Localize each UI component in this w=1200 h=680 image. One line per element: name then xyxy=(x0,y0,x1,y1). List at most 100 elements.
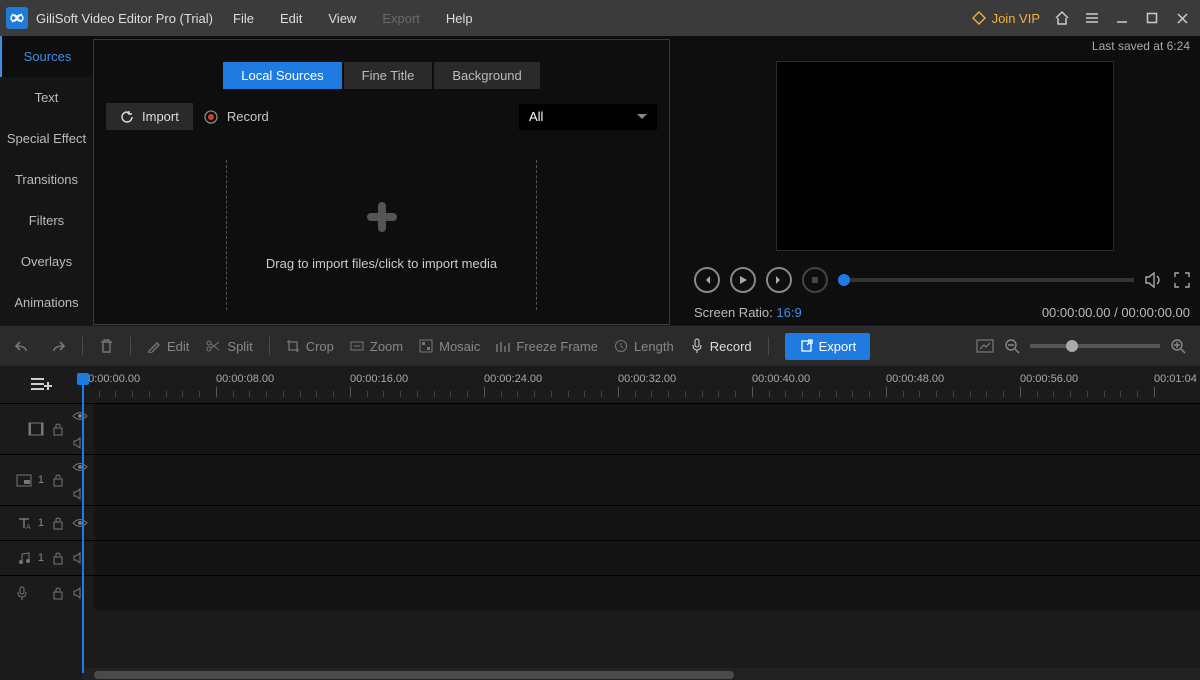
app-title: GiliSoft Video Editor Pro (Trial) xyxy=(36,11,213,26)
lock-icon[interactable] xyxy=(50,515,66,531)
vip-label: Join VIP xyxy=(992,11,1040,26)
zoom-out-button[interactable] xyxy=(1004,338,1020,354)
mute-icon[interactable] xyxy=(72,585,88,601)
music-icon xyxy=(16,550,32,566)
sidetab-overlays[interactable]: Overlays xyxy=(0,241,93,282)
srctab-fine-title[interactable]: Fine Title xyxy=(344,62,433,89)
pip-icon xyxy=(16,472,32,488)
split-button[interactable]: Split xyxy=(205,339,252,354)
sidetab-animations[interactable]: Animations xyxy=(0,282,93,323)
fit-button[interactable] xyxy=(976,339,994,353)
window-buttons xyxy=(1054,10,1190,26)
time-display: 00:00:00.00 / 00:00:00.00 xyxy=(1042,305,1190,320)
preview-video[interactable] xyxy=(776,61,1114,251)
lock-icon[interactable] xyxy=(50,585,66,601)
lock-icon[interactable] xyxy=(50,550,66,566)
srctab-local[interactable]: Local Sources xyxy=(223,62,341,89)
eye-icon[interactable] xyxy=(72,408,88,424)
record-label: Record xyxy=(227,109,269,124)
crop-button[interactable]: Crop xyxy=(286,339,334,354)
track-audio: 1 xyxy=(0,540,1200,575)
import-button[interactable]: Import xyxy=(106,103,193,130)
zoom-icon xyxy=(350,339,364,353)
playback-controls xyxy=(694,267,1190,293)
timeline-toolbar: Edit Split Crop Zoom Mosaic Freeze Frame… xyxy=(0,325,1200,367)
export-icon xyxy=(799,339,813,353)
track-body[interactable] xyxy=(94,541,1200,575)
zoom-slider[interactable] xyxy=(1030,344,1160,348)
mute-icon[interactable] xyxy=(72,486,88,502)
home-icon[interactable] xyxy=(1054,10,1070,26)
freeze-frame-button[interactable]: Freeze Frame xyxy=(496,339,598,354)
menu-export: Export xyxy=(382,11,420,26)
delete-button[interactable] xyxy=(99,338,114,354)
timeline-ruler[interactable]: 00:00:00.0000:00:08.0000:00:16.0000:00:2… xyxy=(82,373,1200,403)
timeline-scrollbar[interactable] xyxy=(82,668,1200,680)
seek-bar[interactable] xyxy=(838,278,1134,282)
srctab-background[interactable]: Background xyxy=(434,62,539,89)
menu-help[interactable]: Help xyxy=(446,11,473,26)
edit-button[interactable]: Edit xyxy=(147,339,189,354)
join-vip-button[interactable]: Join VIP xyxy=(972,11,1040,26)
playhead[interactable] xyxy=(82,373,84,673)
refresh-icon xyxy=(120,110,134,124)
menu-edit[interactable]: Edit xyxy=(280,11,302,26)
preview-panel: Last saved at 6:24 Screen Ratio: 16:9 00… xyxy=(670,36,1200,325)
track-body[interactable] xyxy=(94,455,1200,505)
add-track-button[interactable] xyxy=(30,373,60,395)
sidetab-sources[interactable]: Sources xyxy=(0,36,93,77)
track-index: 1 xyxy=(38,552,44,564)
track-video xyxy=(0,403,1200,454)
play-button[interactable] xyxy=(730,267,756,293)
sidetab-filters[interactable]: Filters xyxy=(0,200,93,241)
track-index: 1 xyxy=(38,517,44,529)
lock-icon[interactable] xyxy=(50,472,66,488)
mosaic-button[interactable]: Mosaic xyxy=(419,339,480,354)
eye-icon[interactable] xyxy=(72,459,88,475)
step-forward-button[interactable] xyxy=(766,267,792,293)
menu-view[interactable]: View xyxy=(328,11,356,26)
step-back-button[interactable] xyxy=(694,267,720,293)
volume-icon[interactable] xyxy=(1144,271,1164,289)
import-dropzone[interactable]: Drag to import files/click to import med… xyxy=(226,160,537,310)
eye-icon[interactable] xyxy=(72,515,88,531)
track-voiceover xyxy=(0,575,1200,610)
sidetab-special-effect[interactable]: Special Effect xyxy=(0,118,93,159)
menu-file[interactable]: File xyxy=(233,11,254,26)
stop-button[interactable] xyxy=(802,267,828,293)
zoom-in-button[interactable] xyxy=(1170,338,1186,354)
filter-value: All xyxy=(529,109,543,124)
svg-text:A: A xyxy=(26,524,31,530)
fullscreen-icon[interactable] xyxy=(1174,272,1190,288)
export-button[interactable]: Export xyxy=(785,333,871,360)
length-button[interactable]: Length xyxy=(614,339,674,354)
mute-icon[interactable] xyxy=(72,435,88,451)
mic-icon xyxy=(690,338,704,354)
track-body[interactable] xyxy=(94,506,1200,540)
close-icon[interactable] xyxy=(1174,10,1190,26)
hamburger-icon[interactable] xyxy=(1084,10,1100,26)
filter-select[interactable]: All xyxy=(519,104,657,130)
mic-icon xyxy=(14,585,30,601)
redo-button[interactable] xyxy=(48,339,66,353)
track-text: A 1 xyxy=(0,505,1200,540)
record-icon xyxy=(203,109,219,125)
time-tick: 00:01:04 xyxy=(1154,373,1197,397)
track-body[interactable] xyxy=(94,404,1200,454)
zoom-button[interactable]: Zoom xyxy=(350,339,403,354)
crop-icon xyxy=(286,339,300,353)
minimize-icon[interactable] xyxy=(1114,10,1130,26)
maximize-icon[interactable] xyxy=(1144,10,1160,26)
sidetab-text[interactable]: Text xyxy=(0,77,93,118)
sidetab-transitions[interactable]: Transitions xyxy=(0,159,93,200)
undo-button[interactable] xyxy=(14,339,32,353)
clock-icon xyxy=(614,339,628,353)
lock-icon[interactable] xyxy=(50,421,66,437)
track-body[interactable] xyxy=(94,576,1200,610)
titlebar: GiliSoft Video Editor Pro (Trial) File E… xyxy=(0,0,1200,36)
mute-icon[interactable] xyxy=(72,550,88,566)
menu-bar: File Edit View Export Help xyxy=(233,11,473,26)
side-panel: Sources Text Special Effect Transitions … xyxy=(0,36,93,325)
record-button[interactable]: Record xyxy=(203,109,269,125)
record-toolbar-button[interactable]: Record xyxy=(690,338,752,354)
